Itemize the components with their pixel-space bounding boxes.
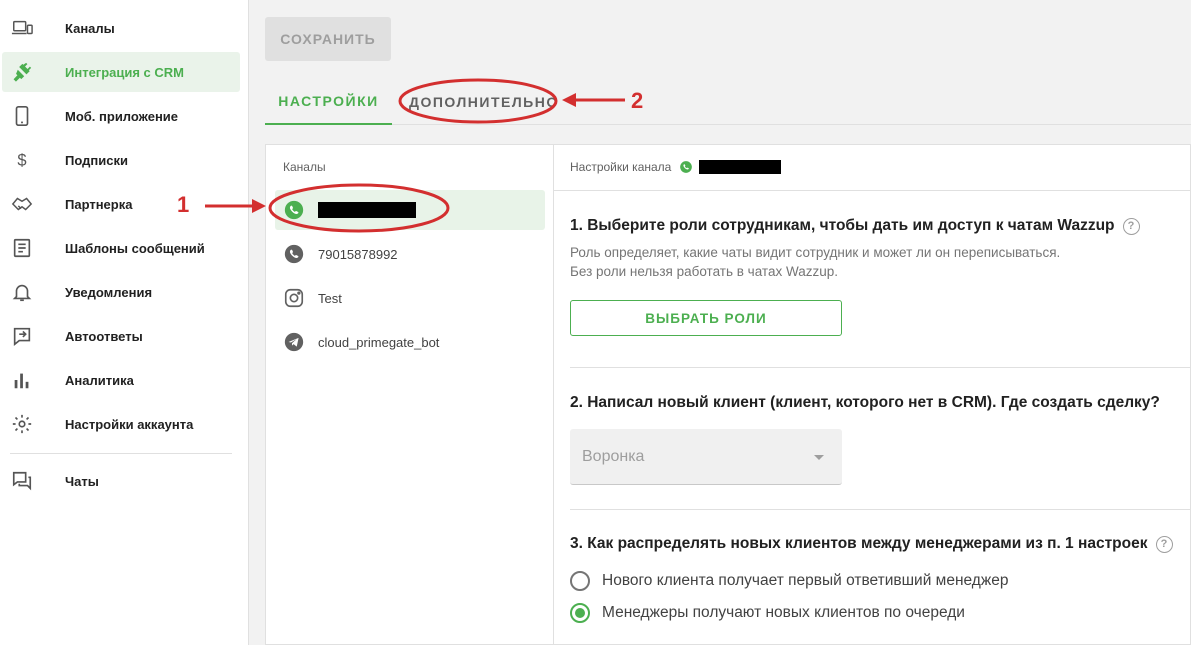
chats-icon bbox=[10, 469, 34, 493]
question-1-description: Роль определяет, какие чаты видит сотруд… bbox=[570, 243, 1060, 281]
sidebar-item-mobile-app[interactable]: Моб. приложение bbox=[2, 96, 240, 136]
tab-settings[interactable]: НАСТРОЙКИ bbox=[265, 78, 392, 125]
divider bbox=[570, 509, 1191, 510]
sidebar-item-autoreplies[interactable]: Автоответы bbox=[2, 316, 240, 356]
channel-item-redacted-whatsapp[interactable] bbox=[275, 190, 545, 230]
sidebar-item-label: Моб. приложение bbox=[65, 108, 179, 124]
sidebar-item-subscriptions[interactable]: $ Подписки bbox=[2, 140, 240, 180]
sidebar-item-notifications[interactable]: Уведомления bbox=[2, 272, 240, 312]
settings-header-title: Настройки канала bbox=[570, 160, 672, 174]
channels-panel: Каналы 79015878992 Test cloud_primegate_… bbox=[265, 144, 553, 645]
channel-label: cloud_primegate_bot bbox=[318, 334, 440, 350]
whatsapp-icon bbox=[680, 161, 693, 173]
handshake-icon bbox=[10, 192, 34, 216]
radio-button-checked[interactable] bbox=[570, 603, 590, 623]
question-1-text: 1. Выберите роли сотрудникам, чтобы дать… bbox=[570, 217, 1115, 234]
channel-label: Test bbox=[318, 290, 342, 306]
annotation-number-2: 2 bbox=[631, 88, 644, 113]
sidebar-item-label: Аналитика bbox=[65, 372, 134, 388]
question-3-title: 3. Как распределять новых клиентов между… bbox=[570, 535, 1173, 553]
question-1-title: 1. Выберите роли сотрудникам, чтобы дать… bbox=[570, 217, 1140, 235]
sidebar-item-label: Уведомления bbox=[65, 284, 153, 300]
sidebar: Каналы Интеграция с CRM Моб. приложение … bbox=[0, 0, 249, 645]
radio-label: Менеджеры получают новых клиентов по оче… bbox=[602, 604, 965, 621]
channel-settings-panel: Настройки канала 1. Выберите роли сотруд… bbox=[553, 144, 1191, 645]
sidebar-item-analytics[interactable]: Аналитика bbox=[2, 360, 240, 400]
main-content: СОХРАНИТЬ НАСТРОЙКИ ДОПОЛНИТЕЛЬНО Каналы… bbox=[249, 0, 1191, 645]
devices-icon bbox=[10, 16, 34, 40]
dollar-icon: $ bbox=[10, 148, 34, 172]
sidebar-item-templates[interactable]: Шаблоны сообщений bbox=[2, 228, 240, 268]
sidebar-item-label: Автоответы bbox=[65, 328, 143, 344]
help-icon[interactable]: ? bbox=[1122, 217, 1140, 235]
sidebar-item-label: Интеграция с CRM bbox=[65, 64, 185, 80]
radio-button[interactable] bbox=[570, 571, 590, 591]
channel-item-telegram[interactable]: cloud_primegate_bot bbox=[275, 322, 545, 362]
channel-item-whatsapp[interactable]: 79015878992 bbox=[275, 234, 545, 274]
whatsapp-icon bbox=[283, 243, 305, 265]
plug-icon bbox=[10, 60, 34, 84]
save-button[interactable]: СОХРАНИТЬ bbox=[265, 17, 391, 61]
phone-icon bbox=[10, 104, 34, 128]
divider bbox=[554, 190, 1191, 191]
question-3-text: 3. Как распределять новых клиентов между… bbox=[570, 535, 1148, 552]
question-2-title: 2. Написал новый клиент (клиент, которог… bbox=[570, 394, 1160, 412]
whatsapp-icon bbox=[283, 199, 305, 221]
funnel-select-value: Воронка bbox=[582, 448, 645, 465]
channels-title: Каналы bbox=[283, 160, 326, 174]
sidebar-item-label: Шаблоны сообщений bbox=[65, 240, 205, 256]
tab-bar: НАСТРОЙКИ ДОПОЛНИТЕЛЬНО bbox=[265, 78, 1191, 125]
sidebar-item-label: Подписки bbox=[65, 152, 128, 168]
radio-option-first-responder[interactable]: Нового клиента получает первый ответивши… bbox=[570, 569, 1008, 593]
document-icon bbox=[10, 236, 34, 260]
radio-option-round-robin[interactable]: Менеджеры получают новых клиентов по оче… bbox=[570, 601, 965, 625]
chevron-down-icon bbox=[814, 455, 824, 460]
channel-item-instagram[interactable]: Test bbox=[275, 278, 545, 318]
sidebar-item-label: Партнерка bbox=[65, 196, 133, 212]
auto-reply-icon bbox=[10, 324, 34, 348]
redacted-channel-name bbox=[318, 202, 416, 218]
sidebar-item-label: Настройки аккаунта bbox=[65, 416, 194, 432]
funnel-select[interactable]: Воронка bbox=[570, 429, 842, 485]
question-1-desc-line-1: Роль определяет, какие чаты видит сотруд… bbox=[570, 245, 1061, 260]
gear-icon bbox=[10, 412, 34, 436]
divider bbox=[570, 367, 1191, 368]
annotation-number-1: 1 bbox=[177, 192, 190, 217]
choose-roles-button[interactable]: ВЫБРАТЬ РОЛИ bbox=[570, 300, 842, 336]
instagram-icon bbox=[283, 287, 305, 309]
tab-additional[interactable]: ДОПОЛНИТЕЛЬНО bbox=[409, 78, 559, 125]
sidebar-item-partner[interactable]: Партнерка bbox=[2, 184, 240, 224]
channel-label: 79015878992 bbox=[318, 246, 398, 262]
sidebar-item-label: Чаты bbox=[65, 473, 99, 489]
bar-chart-icon bbox=[10, 368, 34, 392]
sidebar-item-channels[interactable]: Каналы bbox=[2, 8, 240, 48]
question-1-desc-line-2: Без роли нельзя работать в чатах Wazzup. bbox=[570, 264, 838, 279]
sidebar-item-chats[interactable]: Чаты bbox=[2, 461, 240, 501]
sidebar-item-crm-integration[interactable]: Интеграция с CRM bbox=[2, 52, 240, 92]
redacted-channel-name bbox=[699, 160, 782, 174]
bell-icon bbox=[10, 280, 34, 304]
svg-text:$: $ bbox=[17, 152, 26, 170]
sidebar-item-account-settings[interactable]: Настройки аккаунта bbox=[2, 404, 240, 444]
question-2-text: 2. Написал новый клиент (клиент, которог… bbox=[570, 394, 1160, 411]
settings-header: Настройки канала bbox=[570, 160, 782, 174]
sidebar-item-label: Каналы bbox=[65, 20, 115, 36]
radio-label: Нового клиента получает первый ответивши… bbox=[602, 572, 1009, 589]
sidebar-divider bbox=[10, 453, 232, 454]
help-icon[interactable]: ? bbox=[1155, 535, 1173, 553]
telegram-icon bbox=[283, 331, 305, 353]
